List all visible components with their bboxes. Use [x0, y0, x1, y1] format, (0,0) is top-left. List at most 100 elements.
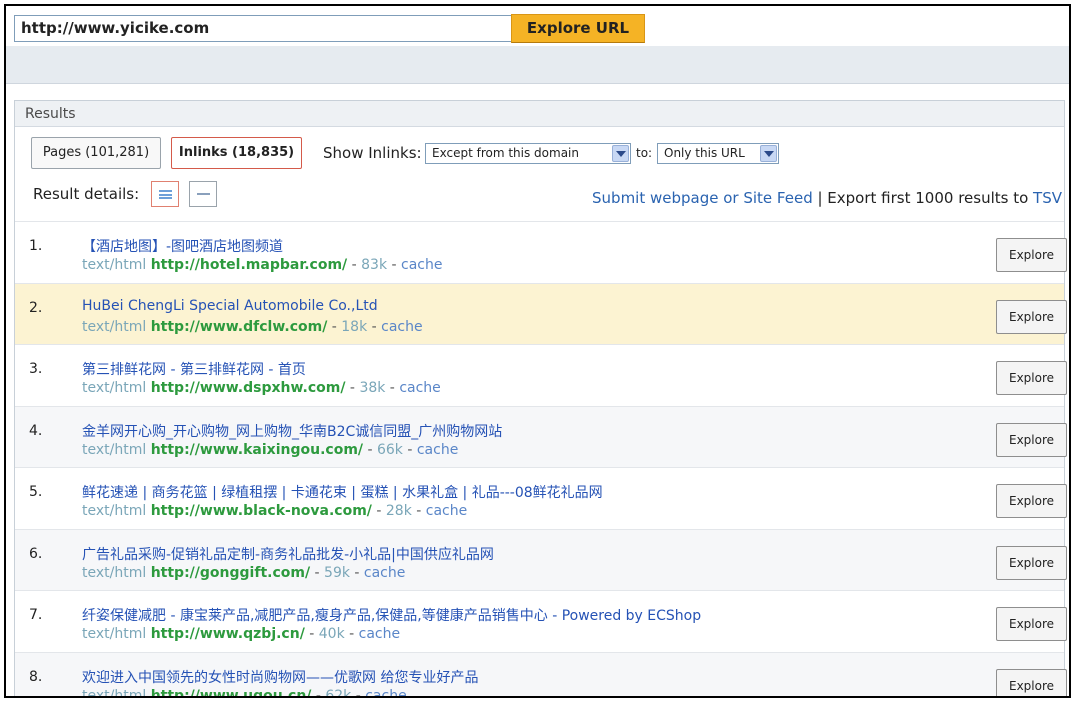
export-text: | Export first 1000 results to — [812, 189, 1034, 207]
list-item: 3. 第三排鲜花网 - 第三排鲜花网 - 首页 text/html http:/… — [15, 344, 1067, 406]
row-url-link[interactable]: http://gonggift.com/ — [151, 565, 310, 581]
list-item: 8. 欢迎进入中国领先的女性时尚购物网——优歌网 给您专业好产品 text/ht… — [15, 651, 1067, 698]
row-meta: text/html http://www.dspxhw.com/ - 38k -… — [82, 380, 441, 396]
row-url-link[interactable]: http://www.dspxhw.com/ — [151, 380, 346, 396]
row-meta: text/html http://www.ugou.cn/ - 62k - ca… — [82, 687, 407, 698]
row-type: text/html — [82, 441, 147, 458]
row-url-link[interactable]: http://hotel.mapbar.com/ — [151, 257, 347, 273]
row-title-link[interactable]: HuBei ChengLi Special Automobile Co.,Ltd — [82, 298, 378, 314]
row-title-link[interactable]: 鲜花速递 | 商务花篮 | 绿植租摆 | 卡通花束 | 蛋糕 | 水果礼盒 | … — [82, 482, 603, 502]
list-compact-icon — [197, 193, 210, 195]
results-header: Results — [15, 101, 1064, 127]
row-size: 59k — [324, 564, 350, 581]
explore-button[interactable]: Explore — [996, 668, 1067, 696]
row-number: 1. — [29, 238, 43, 254]
inlinks-target-value: Only this URL — [664, 146, 745, 160]
row-size: 66k — [376, 441, 403, 458]
row-number: 7. — [29, 607, 43, 623]
row-size: 40k — [318, 626, 345, 642]
row-number: 2. — [29, 299, 43, 316]
row-url-link[interactable]: http://www.qzbj.cn/ — [151, 626, 305, 642]
row-title-link[interactable]: 第三排鲜花网 - 第三排鲜花网 - 首页 — [82, 359, 306, 379]
row-url-link[interactable]: http://www.kaixingou.com/ — [151, 442, 363, 458]
list-detailed-icon — [159, 190, 172, 199]
row-number: 4. — [29, 422, 43, 439]
results-panel: Results Pages (101,281) Inlinks (18,835)… — [14, 100, 1067, 698]
row-type: text/html — [82, 564, 147, 581]
detail-compact-button[interactable] — [189, 181, 217, 207]
row-number: 8. — [29, 668, 43, 685]
row-cache-link[interactable]: cache — [364, 565, 405, 581]
tab-pages[interactable]: Pages (101,281) — [31, 137, 161, 169]
row-cache-link[interactable]: cache — [365, 688, 406, 697]
row-type: text/html — [82, 257, 147, 273]
explore-button[interactable]: Explore — [996, 422, 1067, 457]
row-cache-link[interactable]: cache — [399, 380, 440, 396]
explore-button[interactable]: Explore — [996, 484, 1067, 518]
explore-button[interactable]: Explore — [996, 361, 1067, 395]
row-size: 18k — [341, 318, 368, 335]
row-type: text/html — [82, 318, 147, 335]
list-item: 4. 金羊网开心购_开心购物_网上购物_华南B2C诚信同盟_广州购物网站 tex… — [15, 405, 1067, 467]
result-details-label: Result details: — [33, 185, 140, 203]
row-type: text/html — [82, 687, 147, 698]
row-size: 83k — [361, 257, 388, 273]
list-item: 6. 广告礼品采购-促销礼品定制-商务礼品批发-小礼品|中国供应礼品网 text… — [15, 528, 1067, 590]
row-title-link[interactable]: 【酒店地图】-图吧酒店地图频道 — [82, 236, 283, 256]
chevron-down-icon[interactable] — [760, 145, 777, 162]
row-cache-link[interactable]: cache — [359, 626, 400, 642]
row-cache-link[interactable]: cache — [401, 257, 442, 273]
row-type: text/html — [82, 380, 147, 396]
to-label: to: — [636, 146, 653, 160]
browser-frame: http://www.yicike.com Explore URL Result… — [4, 4, 1071, 698]
row-number: 6. — [29, 545, 43, 562]
detail-full-button[interactable] — [151, 181, 179, 207]
row-cache-link[interactable]: cache — [426, 503, 467, 519]
explore-button[interactable]: Explore — [996, 545, 1067, 580]
row-title-link[interactable]: 广告礼品采购-促销礼品定制-商务礼品批发-小礼品|中国供应礼品网 — [82, 544, 494, 564]
chevron-down-icon[interactable] — [612, 145, 629, 162]
results-list: 1. 【酒店地图】-图吧酒店地图频道 text/html http://hote… — [15, 221, 1067, 698]
row-number: 5. — [29, 484, 43, 500]
explore-button[interactable]: Explore — [996, 607, 1067, 641]
tab-inlinks[interactable]: Inlinks (18,835) — [171, 137, 302, 169]
submit-webpage-link[interactable]: Submit webpage or Site Feed — [592, 189, 813, 207]
row-meta: text/html http://www.dfclw.com/ - 18k - … — [82, 318, 423, 335]
inlinks-target-select[interactable]: Only this URL — [657, 143, 779, 164]
inlinks-source-value: Except from this domain — [432, 146, 579, 160]
row-url-link[interactable]: http://www.black-nova.com/ — [151, 503, 372, 519]
show-inlinks-label: Show Inlinks: — [323, 144, 422, 162]
row-meta: text/html http://gonggift.com/ - 59k - c… — [82, 564, 406, 581]
row-type: text/html — [82, 626, 147, 642]
inlinks-source-select[interactable]: Except from this domain — [425, 143, 631, 164]
row-cache-link[interactable]: cache — [417, 442, 458, 458]
list-item: 2. HuBei ChengLi Special Automobile Co.,… — [15, 282, 1067, 344]
row-size: 38k — [359, 380, 386, 396]
row-cache-link[interactable]: cache — [381, 319, 422, 335]
export-tsv-link[interactable]: TSV — [1033, 189, 1062, 207]
url-toolbar: http://www.yicike.com Explore URL — [6, 6, 1069, 50]
toolbar-divider — [6, 46, 1069, 84]
row-meta: text/html http://www.qzbj.cn/ - 40k - ca… — [82, 626, 401, 642]
explore-button[interactable]: Explore — [996, 238, 1067, 272]
list-item: 5. 鲜花速递 | 商务花篮 | 绿植租摆 | 卡通花束 | 蛋糕 | 水果礼盒… — [15, 467, 1067, 529]
row-url-link[interactable]: http://www.ugou.cn/ — [151, 688, 312, 697]
row-title-link[interactable]: 金羊网开心购_开心购物_网上购物_华南B2C诚信同盟_广州购物网站 — [82, 421, 502, 441]
explore-url-button[interactable]: Explore URL — [511, 14, 645, 43]
row-size: 62k — [325, 687, 352, 698]
results-title: Results — [25, 106, 76, 122]
explore-button[interactable]: Explore — [996, 299, 1067, 334]
row-title-link[interactable]: 欢迎进入中国领先的女性时尚购物网——优歌网 给您专业好产品 — [82, 667, 478, 687]
list-item: 7. 纤姿保健减肥 - 康宝莱产品,减肥产品,瘦身产品,保健品,等健康产品销售中… — [15, 590, 1067, 652]
url-input[interactable]: http://www.yicike.com — [14, 15, 512, 42]
row-number: 3. — [29, 361, 43, 377]
row-title-link[interactable]: 纤姿保健减肥 - 康宝莱产品,减肥产品,瘦身产品,保健品,等健康产品销售中心 -… — [82, 605, 701, 625]
row-meta: text/html http://www.black-nova.com/ - 2… — [82, 503, 468, 519]
row-meta: text/html http://www.kaixingou.com/ - 66… — [82, 441, 459, 458]
list-item: 1. 【酒店地图】-图吧酒店地图频道 text/html http://hote… — [15, 221, 1067, 283]
export-line: Submit webpage or Site Feed | Export fir… — [592, 189, 1062, 207]
row-size: 28k — [385, 503, 412, 519]
row-meta: text/html http://hotel.mapbar.com/ - 83k… — [82, 257, 443, 273]
row-type: text/html — [82, 503, 147, 519]
row-url-link[interactable]: http://www.dfclw.com/ — [151, 319, 328, 335]
